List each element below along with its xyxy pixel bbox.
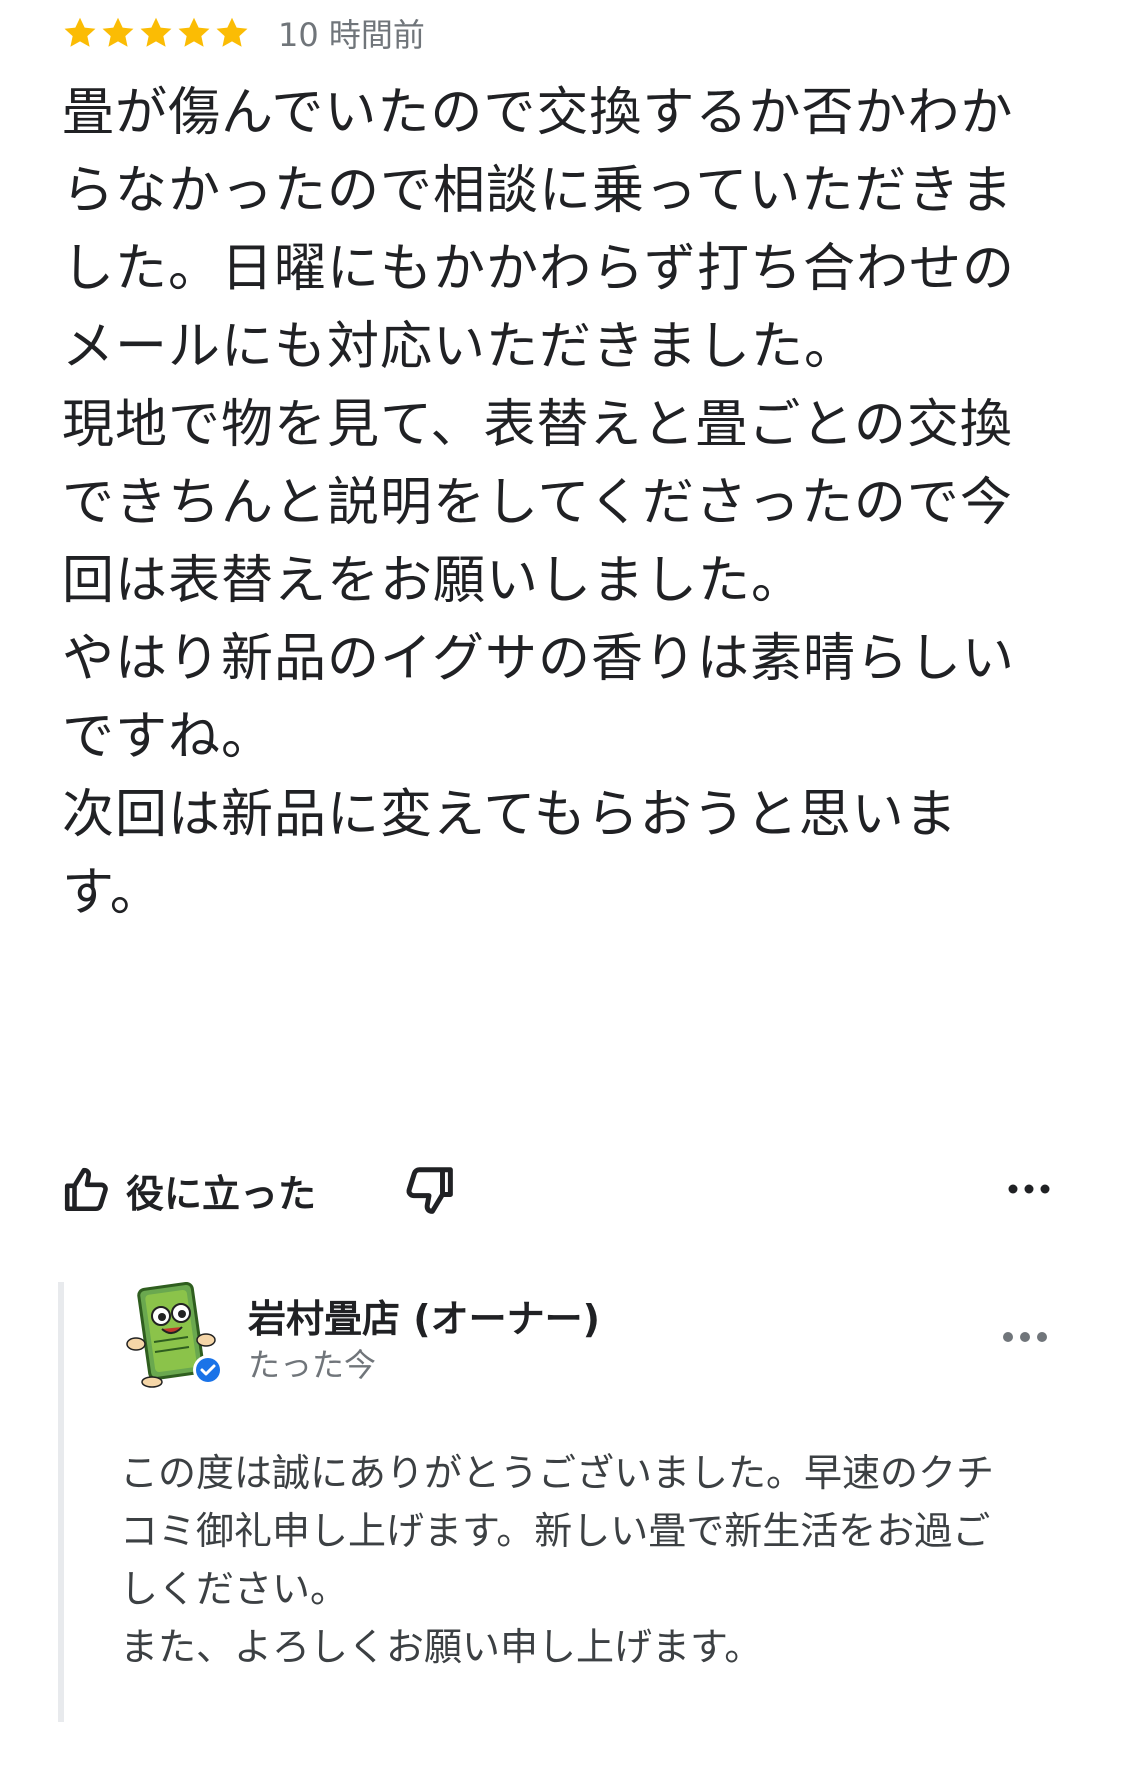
review-page: 10 時間前 畳が傷んでいたので交換するか否かわからなかったので相談に乗っていた… [0, 0, 1125, 1768]
reply-more-options-icon[interactable] [1000, 1320, 1050, 1354]
review-paragraph: 畳が傷んでいたので交換するか否かわからなかったので相談に乗っていただきました。日… [62, 83, 1015, 377]
review-paragraph: やはり新品のイグサの香りは素晴らしいですね。 [62, 629, 1015, 767]
rating-row: 10 時間前 [62, 8, 425, 58]
star-icon [102, 17, 134, 47]
star-icon [216, 17, 248, 47]
owner-reply-time: たった今 [248, 1346, 377, 1384]
review-actions: 役に立った [62, 1155, 1062, 1225]
star-rating [62, 15, 252, 51]
reply-paragraph: また、よろしくお願い申し上げます。 [120, 1625, 763, 1669]
thumbs-up-icon [64, 1167, 108, 1212]
star-icon [64, 17, 96, 47]
thumbs-down-icon[interactable] [402, 1163, 456, 1217]
owner-name: 岩村畳店 (オーナー) [248, 1297, 600, 1341]
owner-reply: 岩村畳店 (オーナー) たった今 この度は誠にありがとうございました。早速のクチ… [58, 1282, 1064, 1722]
owner-avatar[interactable] [124, 1282, 234, 1392]
helpful-button[interactable]: 役に立った [62, 1163, 316, 1218]
review-body: 畳が傷んでいたので交換するか否かわからなかったので相談に乗っていただきました。日… [62, 74, 1032, 932]
review-time: 10 時間前 [278, 16, 425, 54]
star-icon [140, 17, 172, 47]
review-paragraph: 現地で物を見て、表替えと畳ごとの交換できちんと説明をしてくださったので今回は表替… [62, 395, 1013, 611]
owner-reply-body: この度は誠にありがとうございました。早速のクチコミ御礼申し上げます。新しい畳で新… [120, 1444, 1020, 1676]
review-paragraph: 次回は新品に変えてもらおうと思います。 [62, 785, 958, 923]
helpful-label: 役に立った [126, 1171, 317, 1216]
star-icon [178, 17, 210, 47]
more-options-icon[interactable] [1006, 1169, 1052, 1209]
reply-paragraph: この度は誠にありがとうございました。早速のクチコミ御礼申し上げます。新しい畳で新… [120, 1451, 995, 1611]
